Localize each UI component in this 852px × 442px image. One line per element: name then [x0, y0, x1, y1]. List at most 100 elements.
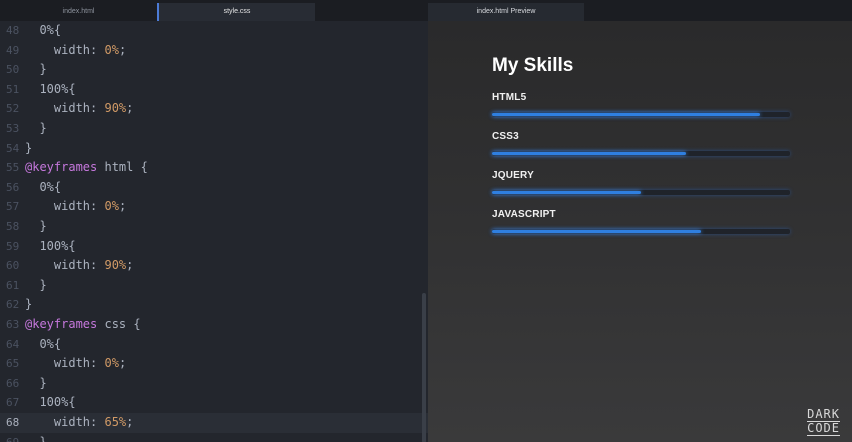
skill-bar-track	[492, 151, 790, 156]
code-token: css {	[97, 317, 141, 331]
code-token: width:	[25, 42, 105, 57]
skill-bar-fill	[492, 113, 761, 116]
code-token: width:	[25, 101, 105, 116]
skill-bar-track	[492, 112, 790, 117]
code-line[interactable]: 50 }	[0, 60, 428, 80]
code-keyword: @keyframes	[25, 160, 98, 175]
code-text: width: 0%;	[25, 354, 126, 374]
skill-name: JAVASCRIPT	[492, 209, 556, 220]
code-token: ;	[118, 42, 127, 57]
code-text: 0%{	[25, 178, 61, 198]
code-keyword: @keyframes	[25, 317, 98, 331]
skill-bar-fill	[492, 152, 686, 155]
code-line[interactable]: 65 width: 0%;	[0, 354, 428, 374]
code-token: width:	[25, 258, 105, 273]
code-token: ;	[126, 415, 134, 429]
code-line[interactable]: 61 }	[0, 276, 428, 296]
code-line[interactable]: 62}	[0, 295, 428, 315]
code-text: }	[25, 119, 47, 139]
tab-style-css[interactable]: style.css	[157, 3, 315, 21]
code-line[interactable]: 52 width: 90%;	[0, 99, 428, 119]
code-text: @keyframes css {	[25, 315, 141, 335]
code-text: width: 0%;	[25, 197, 126, 217]
code-line[interactable]: 53 }	[0, 119, 428, 139]
code-text: width: 0%;	[25, 41, 126, 61]
code-token: ;	[126, 258, 134, 273]
code-token: 100%{	[25, 238, 76, 253]
code-text: 0%{	[25, 21, 61, 41]
code-number: 0%	[104, 42, 119, 57]
code-text: }	[25, 276, 47, 296]
skill-name: JQUERY	[492, 170, 534, 181]
code-token: }	[25, 277, 47, 292]
logo-top-text: DARK	[807, 407, 840, 421]
app-window: index.html style.css index.html Preview …	[0, 0, 852, 442]
code-token: ;	[118, 356, 127, 371]
tab-bar: index.html style.css index.html Preview	[0, 0, 852, 22]
code-token: 100%{	[25, 395, 76, 410]
skill-javascript: JAVASCRIPT	[492, 209, 790, 234]
code-text: }	[25, 139, 32, 159]
code-token: width:	[25, 199, 105, 214]
page-title: My Skills	[492, 55, 574, 76]
code-text: 100%{	[25, 393, 76, 413]
code-line[interactable]: 68 width: 65%;	[0, 413, 428, 433]
skill-bar-track	[492, 190, 790, 195]
code-line[interactable]: 55 @keyframes html {	[0, 158, 428, 178]
code-line[interactable]: 66 }	[0, 374, 428, 394]
code-text: 100%{	[25, 237, 76, 257]
code-token: }	[25, 219, 47, 233]
code-line[interactable]: 59 100%{	[0, 237, 428, 257]
code-line[interactable]: 54}	[0, 139, 428, 159]
code-token: }	[25, 62, 47, 77]
code-token: }	[25, 375, 47, 390]
code-token: html {	[97, 160, 148, 175]
tab-index-html[interactable]: index.html	[0, 3, 157, 21]
code-token: }	[25, 297, 33, 312]
skill-bar-track	[492, 229, 790, 234]
code-text: }	[25, 295, 32, 315]
code-token: 100%{	[25, 81, 76, 96]
code-line[interactable]: 63 @keyframes css {	[0, 315, 428, 335]
code-line[interactable]: 67 100%{	[0, 393, 428, 413]
skill-name: HTML5	[492, 92, 527, 103]
code-line[interactable]: 64 0%{	[0, 335, 428, 355]
code-text: }	[25, 217, 47, 237]
code-text: 100%{	[25, 80, 76, 100]
code-line[interactable]: 58 }	[0, 217, 428, 237]
code-number: 90%	[104, 258, 127, 273]
preview-pane: My Skills HTML5 CSS3 JQUERY JAVASCRIPT D…	[428, 21, 852, 442]
code-token: }	[25, 434, 47, 442]
code-text: }	[25, 60, 47, 80]
code-token: }	[25, 140, 33, 155]
code-text: 0%{	[25, 335, 61, 355]
code-text: width: 65%;	[25, 413, 134, 433]
code-token: 0%{	[25, 336, 62, 351]
skill-jquery: JQUERY	[492, 170, 790, 195]
code-text: @keyframes html {	[25, 158, 148, 178]
code-line[interactable]: 49 width: 0%;	[0, 41, 428, 61]
code-line[interactable]: 48 0%{	[0, 21, 428, 41]
code-number: 90%	[104, 101, 127, 116]
code-text: width: 90%;	[25, 99, 134, 119]
skill-css3: CSS3	[492, 131, 790, 156]
skill-html5: HTML5	[492, 92, 790, 117]
skill-bar-fill	[492, 191, 641, 194]
tab-preview[interactable]: index.html Preview	[428, 3, 584, 21]
code-token: }	[25, 121, 47, 135]
code-token: ;	[118, 199, 127, 214]
code-text: }	[25, 433, 47, 442]
code-token: ;	[126, 101, 134, 116]
code-line[interactable]: 60 width: 90%;	[0, 256, 428, 276]
code-line[interactable]: 69 }	[0, 433, 428, 442]
code-token: 0%{	[25, 23, 62, 37]
code-number: 0%	[104, 199, 119, 214]
code-line[interactable]: 57 width: 0%;	[0, 197, 428, 217]
skill-name: CSS3	[492, 131, 519, 142]
code-editor[interactable]: 48 0%{49 width: 0%; 50 } 51 100%{52 width:…	[0, 21, 428, 442]
darkcode-logo: DARK CODE	[807, 408, 840, 436]
code-line[interactable]: 56 0%{	[0, 178, 428, 198]
code-text: width: 90%;	[25, 256, 134, 276]
editor-scrollbar[interactable]	[422, 293, 426, 442]
code-line[interactable]: 51 100%{	[0, 80, 428, 100]
